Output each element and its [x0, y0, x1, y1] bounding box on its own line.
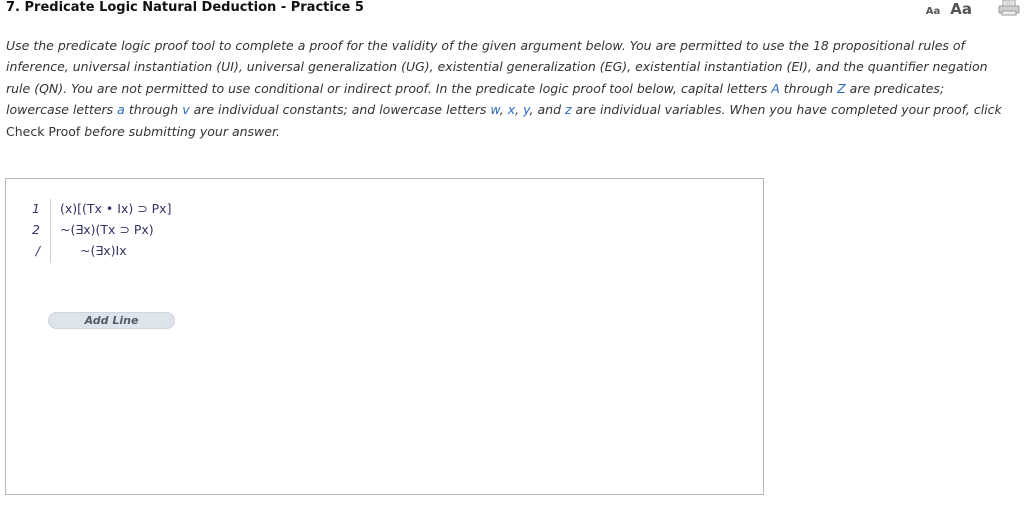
- instructions-part: through: [124, 102, 183, 118]
- predicate-letter-start: A: [771, 80, 780, 96]
- constant-letter-end: v: [182, 102, 190, 118]
- add-line-button[interactable]: Add Line: [48, 312, 175, 329]
- conclusion-formula: ~(∃x)Ix: [80, 243, 127, 258]
- instructions-part: ,: [515, 102, 524, 118]
- premise-formula: ~(∃x)(Tx ⊃ Px): [60, 222, 154, 237]
- predicate-letter-end: Z: [837, 80, 846, 96]
- font-decrease-button[interactable]: Aa: [926, 6, 941, 17]
- line-number: 2: [32, 222, 40, 237]
- instructions-part: are individual constants; and lowercase …: [189, 102, 491, 118]
- line-number: 1: [32, 201, 40, 216]
- line-separator: [50, 220, 51, 242]
- conclusion-marker: /: [35, 243, 40, 258]
- page: 7. Predicate Logic Natural Deduction - P…: [0, 0, 1024, 514]
- premise-formula: (x)[(Tx • Ix) ⊃ Px]: [60, 201, 172, 216]
- printer-icon[interactable]: [998, 0, 1020, 16]
- instructions-text: Use the predicate logic proof tool to co…: [6, 35, 1006, 142]
- instructions-part: are individual variables. When you have …: [571, 102, 1002, 118]
- variable-letter-w: w: [490, 102, 500, 118]
- font-size-controls: Aa Aa: [926, 0, 972, 18]
- instructions-part: through: [779, 80, 838, 96]
- font-increase-button[interactable]: Aa: [950, 0, 972, 18]
- instructions-part: , and: [529, 102, 565, 118]
- line-separator: [50, 199, 51, 221]
- instructions-part: before submitting your answer.: [80, 123, 280, 139]
- line-separator: [50, 241, 51, 263]
- proof-tool-panel: 1 (x)[(Tx • Ix) ⊃ Px] 2 ~(∃x)(Tx ⊃ Px) /…: [5, 178, 764, 495]
- check-proof-reference: Check Proof: [6, 123, 81, 139]
- constant-letter-start: a: [117, 102, 125, 118]
- instructions-part: ,: [499, 102, 508, 118]
- page-title: 7. Predicate Logic Natural Deduction - P…: [6, 0, 364, 15]
